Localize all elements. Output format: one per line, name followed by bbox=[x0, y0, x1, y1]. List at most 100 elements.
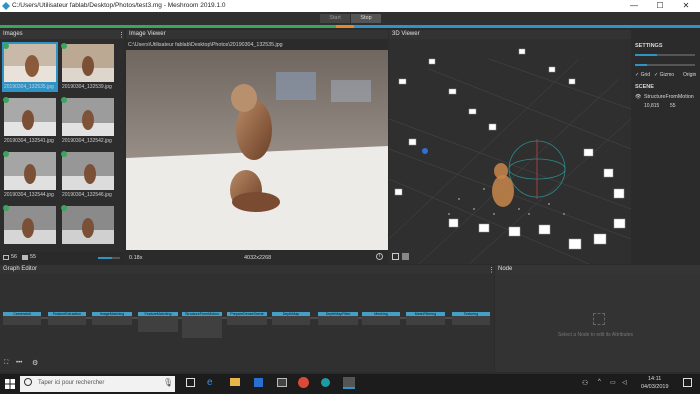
check-icon bbox=[61, 151, 67, 157]
kebab-icon[interactable]: ⋮ bbox=[118, 31, 125, 39]
minimize-button[interactable]: — bbox=[622, 0, 646, 12]
fit-view-icon[interactable]: ⛶ bbox=[4, 360, 8, 367]
list-item[interactable]: 20190304_132544.jpg bbox=[2, 150, 58, 200]
progress-running bbox=[336, 25, 354, 28]
graph-node-depthmapfilter[interactable]: DepthMapFilter bbox=[318, 312, 358, 325]
graph-node-meshing[interactable]: Meshing bbox=[362, 312, 400, 325]
image-viewer-panel: Image Viewer C:\Users\Utilisateur fablab… bbox=[126, 30, 388, 264]
microphone-icon[interactable]: 🎙 bbox=[163, 378, 173, 387]
grid-label: Grid bbox=[640, 72, 651, 78]
thumbnail-image bbox=[62, 152, 114, 190]
list-item[interactable]: 20190304_132546.jpg bbox=[60, 150, 116, 200]
image-resolution: 4032x2268 bbox=[244, 255, 272, 261]
graph-node-preparedensescene[interactable]: PrepareDenseScene bbox=[227, 312, 267, 325]
notifications-icon[interactable] bbox=[683, 378, 692, 387]
file-explorer-icon[interactable] bbox=[230, 378, 240, 386]
thumbnail-image bbox=[62, 44, 114, 82]
start-button[interactable]: Start bbox=[320, 14, 350, 23]
node-panel-header: Node bbox=[495, 265, 700, 274]
windows-start-icon[interactable] bbox=[5, 379, 15, 389]
viewer-3d-panel[interactable]: 3D Viewer bbox=[389, 30, 631, 264]
toolbar bbox=[0, 12, 700, 25]
thumbnail-label: 20190304_132535.jpg bbox=[4, 84, 54, 90]
check-icon bbox=[61, 43, 67, 49]
cameras-count: 55 bbox=[670, 103, 676, 109]
clock-time[interactable]: 14:11 bbox=[648, 376, 661, 382]
eye-icon[interactable]: 👁 bbox=[635, 94, 641, 100]
app-icon[interactable] bbox=[277, 378, 287, 387]
taskbar-search-box[interactable]: Taper ici pour rechercher 🎙 bbox=[20, 376, 175, 392]
grid-checkbox[interactable]: ✓ Grid bbox=[635, 72, 650, 78]
graph-node-imagematching[interactable]: ImageMatching bbox=[92, 312, 132, 325]
list-item[interactable]: 20190304_132539.jpg bbox=[60, 42, 116, 92]
list-item[interactable]: 20190304_132542.jpg bbox=[60, 96, 116, 146]
close-button[interactable]: ✕ bbox=[674, 0, 698, 12]
graph-editor-panel[interactable]: Graph Editor ⋮ CameraInit FeatureExtract… bbox=[0, 265, 495, 372]
chrome-icon[interactable] bbox=[298, 377, 309, 388]
pipeline-progress-bar bbox=[0, 25, 700, 28]
graph-node-featureextraction[interactable]: FeatureExtraction bbox=[48, 312, 86, 325]
check-icon bbox=[3, 43, 9, 49]
thumbnail-size-slider[interactable] bbox=[98, 257, 120, 259]
check-icon bbox=[3, 97, 9, 103]
slider-fill bbox=[635, 64, 647, 66]
graph-node-depthmap[interactable]: DepthMap bbox=[272, 312, 310, 325]
list-item[interactable]: 20190304_132535.jpg bbox=[2, 42, 58, 92]
zoom-level: 0.18x bbox=[129, 255, 143, 261]
windows-taskbar: Taper ici pour rechercher 🎙 e ⚇ ^ ▭ ◁ 14… bbox=[0, 374, 700, 394]
gear-icon[interactable]: ⚙ bbox=[32, 359, 38, 367]
node-title: PrepareDenseScene bbox=[227, 312, 267, 316]
clock-date[interactable]: 04/03/2019 bbox=[641, 384, 669, 390]
meshroom-taskbar-icon[interactable] bbox=[343, 377, 355, 389]
point-size-slider[interactable] bbox=[635, 54, 695, 56]
thumbnail-image bbox=[4, 98, 56, 136]
stop-button[interactable]: Stop bbox=[351, 14, 381, 23]
view-mode-icon[interactable] bbox=[392, 253, 399, 260]
gizmo-checkbox[interactable]: ✓ Gizmo bbox=[654, 72, 674, 78]
gizmo-label: Gizmo bbox=[659, 72, 675, 78]
thumbnail-label: 20190304_132541.jpg bbox=[4, 138, 54, 144]
network-icon[interactable]: ▭ bbox=[610, 379, 616, 386]
info-icon[interactable]: i bbox=[376, 253, 383, 260]
arduino-icon[interactable] bbox=[321, 378, 330, 387]
graph-node-featurematching[interactable]: FeatureMatching bbox=[138, 312, 178, 332]
task-view-icon[interactable] bbox=[186, 378, 195, 387]
thumbnail-label: 20190304_132542.jpg bbox=[62, 138, 112, 144]
node-title: FeatureExtraction bbox=[48, 312, 86, 316]
settings-panel: SETTINGS ✓ Grid ✓ Gizmo Origin SCENE 👁 S… bbox=[632, 38, 700, 264]
thumbnail-image bbox=[62, 206, 114, 244]
thumbnail-label: 20190304_132546.jpg bbox=[62, 192, 112, 198]
graph-node-camerainit[interactable]: CameraInit bbox=[3, 312, 41, 325]
camera-scale-slider[interactable] bbox=[635, 64, 695, 66]
more-icon[interactable]: ••• bbox=[16, 360, 22, 366]
scene-item-sfm[interactable]: StructureFromMotion bbox=[644, 94, 694, 100]
camera-icon bbox=[22, 255, 28, 260]
graph-node-texturing[interactable]: Texturing bbox=[452, 312, 490, 325]
window-title: C:/Users/Utilisateur fablab/Desktop/Phot… bbox=[12, 2, 226, 9]
image-canvas[interactable] bbox=[126, 50, 388, 250]
node-panel: Node Select a Node to edit its Attribute… bbox=[495, 265, 700, 372]
slider-fill bbox=[635, 54, 657, 56]
thumbnail-image bbox=[62, 98, 114, 136]
point-cloud-canvas[interactable] bbox=[389, 39, 631, 264]
render-mode-icon[interactable] bbox=[402, 253, 409, 260]
list-item[interactable] bbox=[2, 204, 58, 250]
images-panel-title: Images bbox=[3, 31, 23, 37]
progress-done bbox=[0, 25, 336, 28]
edge-icon[interactable]: e bbox=[207, 377, 213, 388]
images-panel-header: Images bbox=[0, 30, 124, 39]
thumbnail-image bbox=[4, 152, 56, 190]
people-icon[interactable]: ⚇ bbox=[582, 379, 588, 387]
image-path: C:\Users\Utilisateur fablab\Desktop\Phot… bbox=[128, 42, 283, 48]
graph-node-meshfiltering[interactable]: MeshFiltering bbox=[406, 312, 445, 325]
volume-icon[interactable]: ◁ bbox=[622, 379, 627, 386]
origin-checkbox[interactable]: Origin bbox=[683, 72, 696, 78]
graph-node-structurefrommotion[interactable]: StructureFromMotion bbox=[182, 312, 222, 338]
maximize-button[interactable]: ☐ bbox=[648, 0, 672, 12]
check-icon bbox=[61, 97, 67, 103]
list-item[interactable]: 20190304_132541.jpg bbox=[2, 96, 58, 146]
store-icon[interactable] bbox=[254, 378, 263, 387]
list-item[interactable] bbox=[60, 204, 116, 250]
chevron-up-icon[interactable]: ^ bbox=[598, 379, 601, 385]
thumbnail-label: 20190304_132539.jpg bbox=[62, 84, 112, 90]
